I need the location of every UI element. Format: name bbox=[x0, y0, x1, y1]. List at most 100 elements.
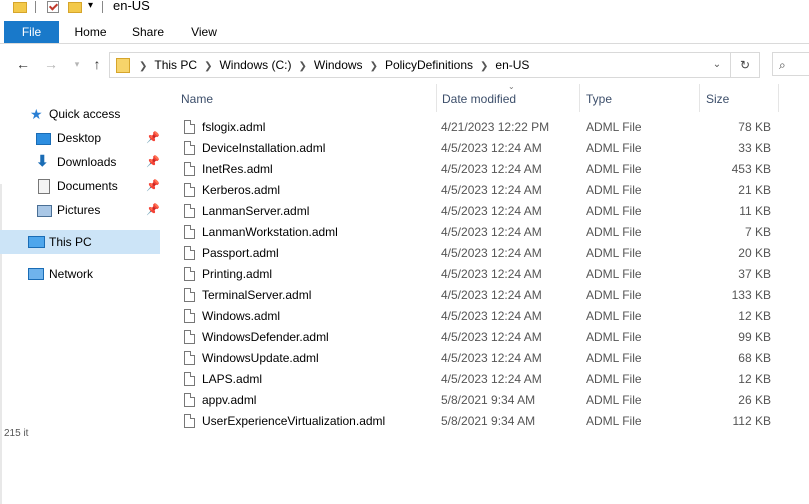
file-row[interactable]: WindowsUpdate.adml 4/5/2023 12:24 AM ADML … bbox=[170, 348, 809, 369]
chevron-right-icon[interactable]: ❯ bbox=[139, 55, 147, 79]
file-type: ADML File bbox=[586, 141, 642, 155]
nav-network[interactable]: Network bbox=[0, 262, 160, 286]
breadcrumb-this-pc[interactable]: This PC bbox=[154, 53, 197, 77]
file-name: LanmanServer.adml bbox=[202, 204, 310, 218]
file-size: 453 KB bbox=[731, 162, 771, 176]
pin-icon[interactable]: 📌 bbox=[146, 150, 160, 174]
file-size: 99 KB bbox=[738, 330, 771, 344]
new-folder-icon[interactable] bbox=[68, 2, 82, 13]
recent-locations-button[interactable]: ▾ bbox=[69, 56, 85, 72]
file-size: 78 KB bbox=[738, 120, 771, 134]
file-row[interactable]: appv.adml 5/8/2021 9:34 AM ADML File 26 KB bbox=[170, 390, 809, 411]
pin-icon[interactable]: 📌 bbox=[146, 126, 160, 150]
file-type: ADML File bbox=[586, 309, 642, 323]
address-dropdown-icon[interactable]: ⌄ bbox=[707, 53, 727, 77]
back-button[interactable]: ← bbox=[15, 56, 31, 72]
chevron-right-icon[interactable]: ❯ bbox=[204, 55, 212, 79]
sort-indicator-icon: ⌄ bbox=[508, 84, 515, 91]
search-input[interactable]: ⌕ bbox=[772, 52, 809, 76]
column-header-name[interactable]: Name bbox=[181, 84, 213, 112]
tab-view[interactable]: View bbox=[183, 21, 225, 43]
file-row[interactable]: Windows.adml 4/5/2023 12:24 AM ADML File 12… bbox=[170, 306, 809, 327]
nav-downloads[interactable]: ⬇ Downloads 📌 bbox=[0, 150, 160, 174]
tab-share[interactable]: Share bbox=[127, 21, 169, 43]
file-size: 12 KB bbox=[738, 309, 771, 323]
column-divider[interactable] bbox=[699, 84, 700, 112]
pin-icon[interactable]: 📌 bbox=[146, 174, 160, 198]
file-row[interactable]: UserExperienceVirtualization.adml 5/8/202… bbox=[170, 411, 809, 432]
file-list: Name Date modified ⌄ Type Size fslogix.a… bbox=[170, 84, 809, 438]
customize-quick-access-icon[interactable]: ▾ bbox=[88, 0, 93, 14]
file-date: 4/5/2023 12:24 AM bbox=[441, 351, 542, 365]
chevron-right-icon[interactable]: ❯ bbox=[370, 55, 378, 79]
file-row[interactable]: LAPS.adml 4/5/2023 12:24 AM ADML File 12 KB bbox=[170, 369, 809, 390]
file-icon bbox=[184, 351, 195, 365]
file-name: Printing.adml bbox=[202, 267, 273, 281]
column-header-type[interactable]: Type bbox=[586, 84, 612, 112]
file-size: 11 KB bbox=[739, 204, 771, 218]
item-count: 215 it bbox=[4, 428, 29, 439]
file-row[interactable]: WindowsDefender.adml 4/5/2023 12:24 AM ADM… bbox=[170, 327, 809, 348]
file-date: 4/5/2023 12:24 AM bbox=[441, 246, 542, 260]
tab-file[interactable]: File bbox=[4, 21, 59, 43]
file-row[interactable]: DeviceInstallation.adml 4/5/2023 12:24 AM… bbox=[170, 138, 809, 159]
column-divider[interactable] bbox=[436, 84, 437, 112]
file-name: Windows.adml bbox=[202, 309, 281, 323]
nav-pictures[interactable]: Pictures 📌 bbox=[0, 198, 160, 222]
file-row[interactable]: fslogix.adml 4/21/2023 12:22 PM ADML File 7… bbox=[170, 117, 809, 138]
breadcrumb-windows-c[interactable]: Windows (C:) bbox=[219, 53, 291, 77]
breadcrumb-en-us[interactable]: en-US bbox=[495, 53, 529, 77]
file-name: Passport.adml bbox=[202, 246, 279, 260]
file-type: ADML File bbox=[586, 120, 642, 134]
file-date: 4/5/2023 12:24 AM bbox=[441, 225, 542, 239]
file-icon bbox=[184, 372, 195, 386]
file-icon bbox=[184, 225, 195, 239]
file-type: ADML File bbox=[586, 351, 642, 365]
file-row[interactable]: LanmanServer.adml 4/5/2023 12:24 AM ADML F… bbox=[170, 201, 809, 222]
file-type: ADML File bbox=[586, 183, 642, 197]
nav-label: Quick access bbox=[49, 107, 121, 121]
column-divider[interactable] bbox=[778, 84, 779, 112]
up-button[interactable]: ↑ bbox=[89, 56, 105, 72]
file-type: ADML File bbox=[586, 204, 642, 218]
file-size: 21 KB bbox=[738, 183, 771, 197]
file-date: 4/5/2023 12:24 AM bbox=[441, 267, 542, 281]
properties-icon[interactable] bbox=[47, 1, 59, 13]
breadcrumb: ❯ This PC ❯ Windows (C:) ❯ Windows ❯ PolicyDefi… bbox=[132, 53, 529, 77]
file-row[interactable]: LanmanWorkstation.adml 4/5/2023 12:24 AM A… bbox=[170, 222, 809, 243]
file-name: WindowsDefender.adml bbox=[202, 330, 329, 344]
refresh-button[interactable]: ↻ bbox=[731, 52, 760, 78]
file-size: 12 KB bbox=[738, 372, 771, 386]
nav-desktop[interactable]: Desktop 📌 bbox=[0, 126, 160, 150]
nav-quick-access[interactable]: ★ Quick access bbox=[0, 102, 160, 126]
file-row[interactable]: Printing.adml 4/5/2023 12:24 AM ADML File 3… bbox=[170, 264, 809, 285]
file-icon bbox=[184, 120, 195, 134]
file-row[interactable]: Kerberos.adml 4/5/2023 12:24 AM ADML File 2… bbox=[170, 180, 809, 201]
file-row[interactable]: InetRes.adml 4/5/2023 12:24 AM ADML File 45… bbox=[170, 159, 809, 180]
breadcrumb-windows[interactable]: Windows bbox=[314, 53, 363, 77]
file-date: 4/5/2023 12:24 AM bbox=[441, 162, 542, 176]
column-header-date[interactable]: Date modified bbox=[442, 84, 516, 112]
file-date: 4/5/2023 12:24 AM bbox=[441, 372, 542, 386]
file-type: ADML File bbox=[586, 372, 642, 386]
file-date: 4/5/2023 12:24 AM bbox=[441, 183, 542, 197]
tab-home[interactable]: Home bbox=[68, 21, 113, 43]
address-bar[interactable]: ❯ This PC ❯ Windows (C:) ❯ Windows ❯ PolicyDefi… bbox=[109, 52, 731, 78]
file-row[interactable]: Passport.adml 4/5/2023 12:24 AM ADML File 2… bbox=[170, 243, 809, 264]
column-header-size[interactable]: Size bbox=[706, 84, 729, 112]
network-icon bbox=[28, 268, 44, 280]
forward-button[interactable]: → bbox=[43, 56, 59, 72]
column-divider[interactable] bbox=[579, 84, 580, 112]
file-type: ADML File bbox=[586, 414, 642, 428]
pin-icon[interactable]: 📌 bbox=[146, 198, 160, 222]
file-icon bbox=[184, 393, 195, 407]
pictures-icon bbox=[37, 205, 52, 217]
desktop-icon bbox=[36, 133, 51, 145]
nav-this-pc[interactable]: This PC bbox=[0, 230, 160, 254]
file-date: 4/5/2023 12:24 AM bbox=[441, 204, 542, 218]
nav-documents[interactable]: Documents 📌 bbox=[0, 174, 160, 198]
breadcrumb-policydefinitions[interactable]: PolicyDefinitions bbox=[385, 53, 473, 77]
file-row[interactable]: TerminalServer.adml 4/5/2023 12:24 AM ADML… bbox=[170, 285, 809, 306]
chevron-right-icon[interactable]: ❯ bbox=[298, 55, 306, 79]
chevron-right-icon[interactable]: ❯ bbox=[480, 55, 488, 79]
